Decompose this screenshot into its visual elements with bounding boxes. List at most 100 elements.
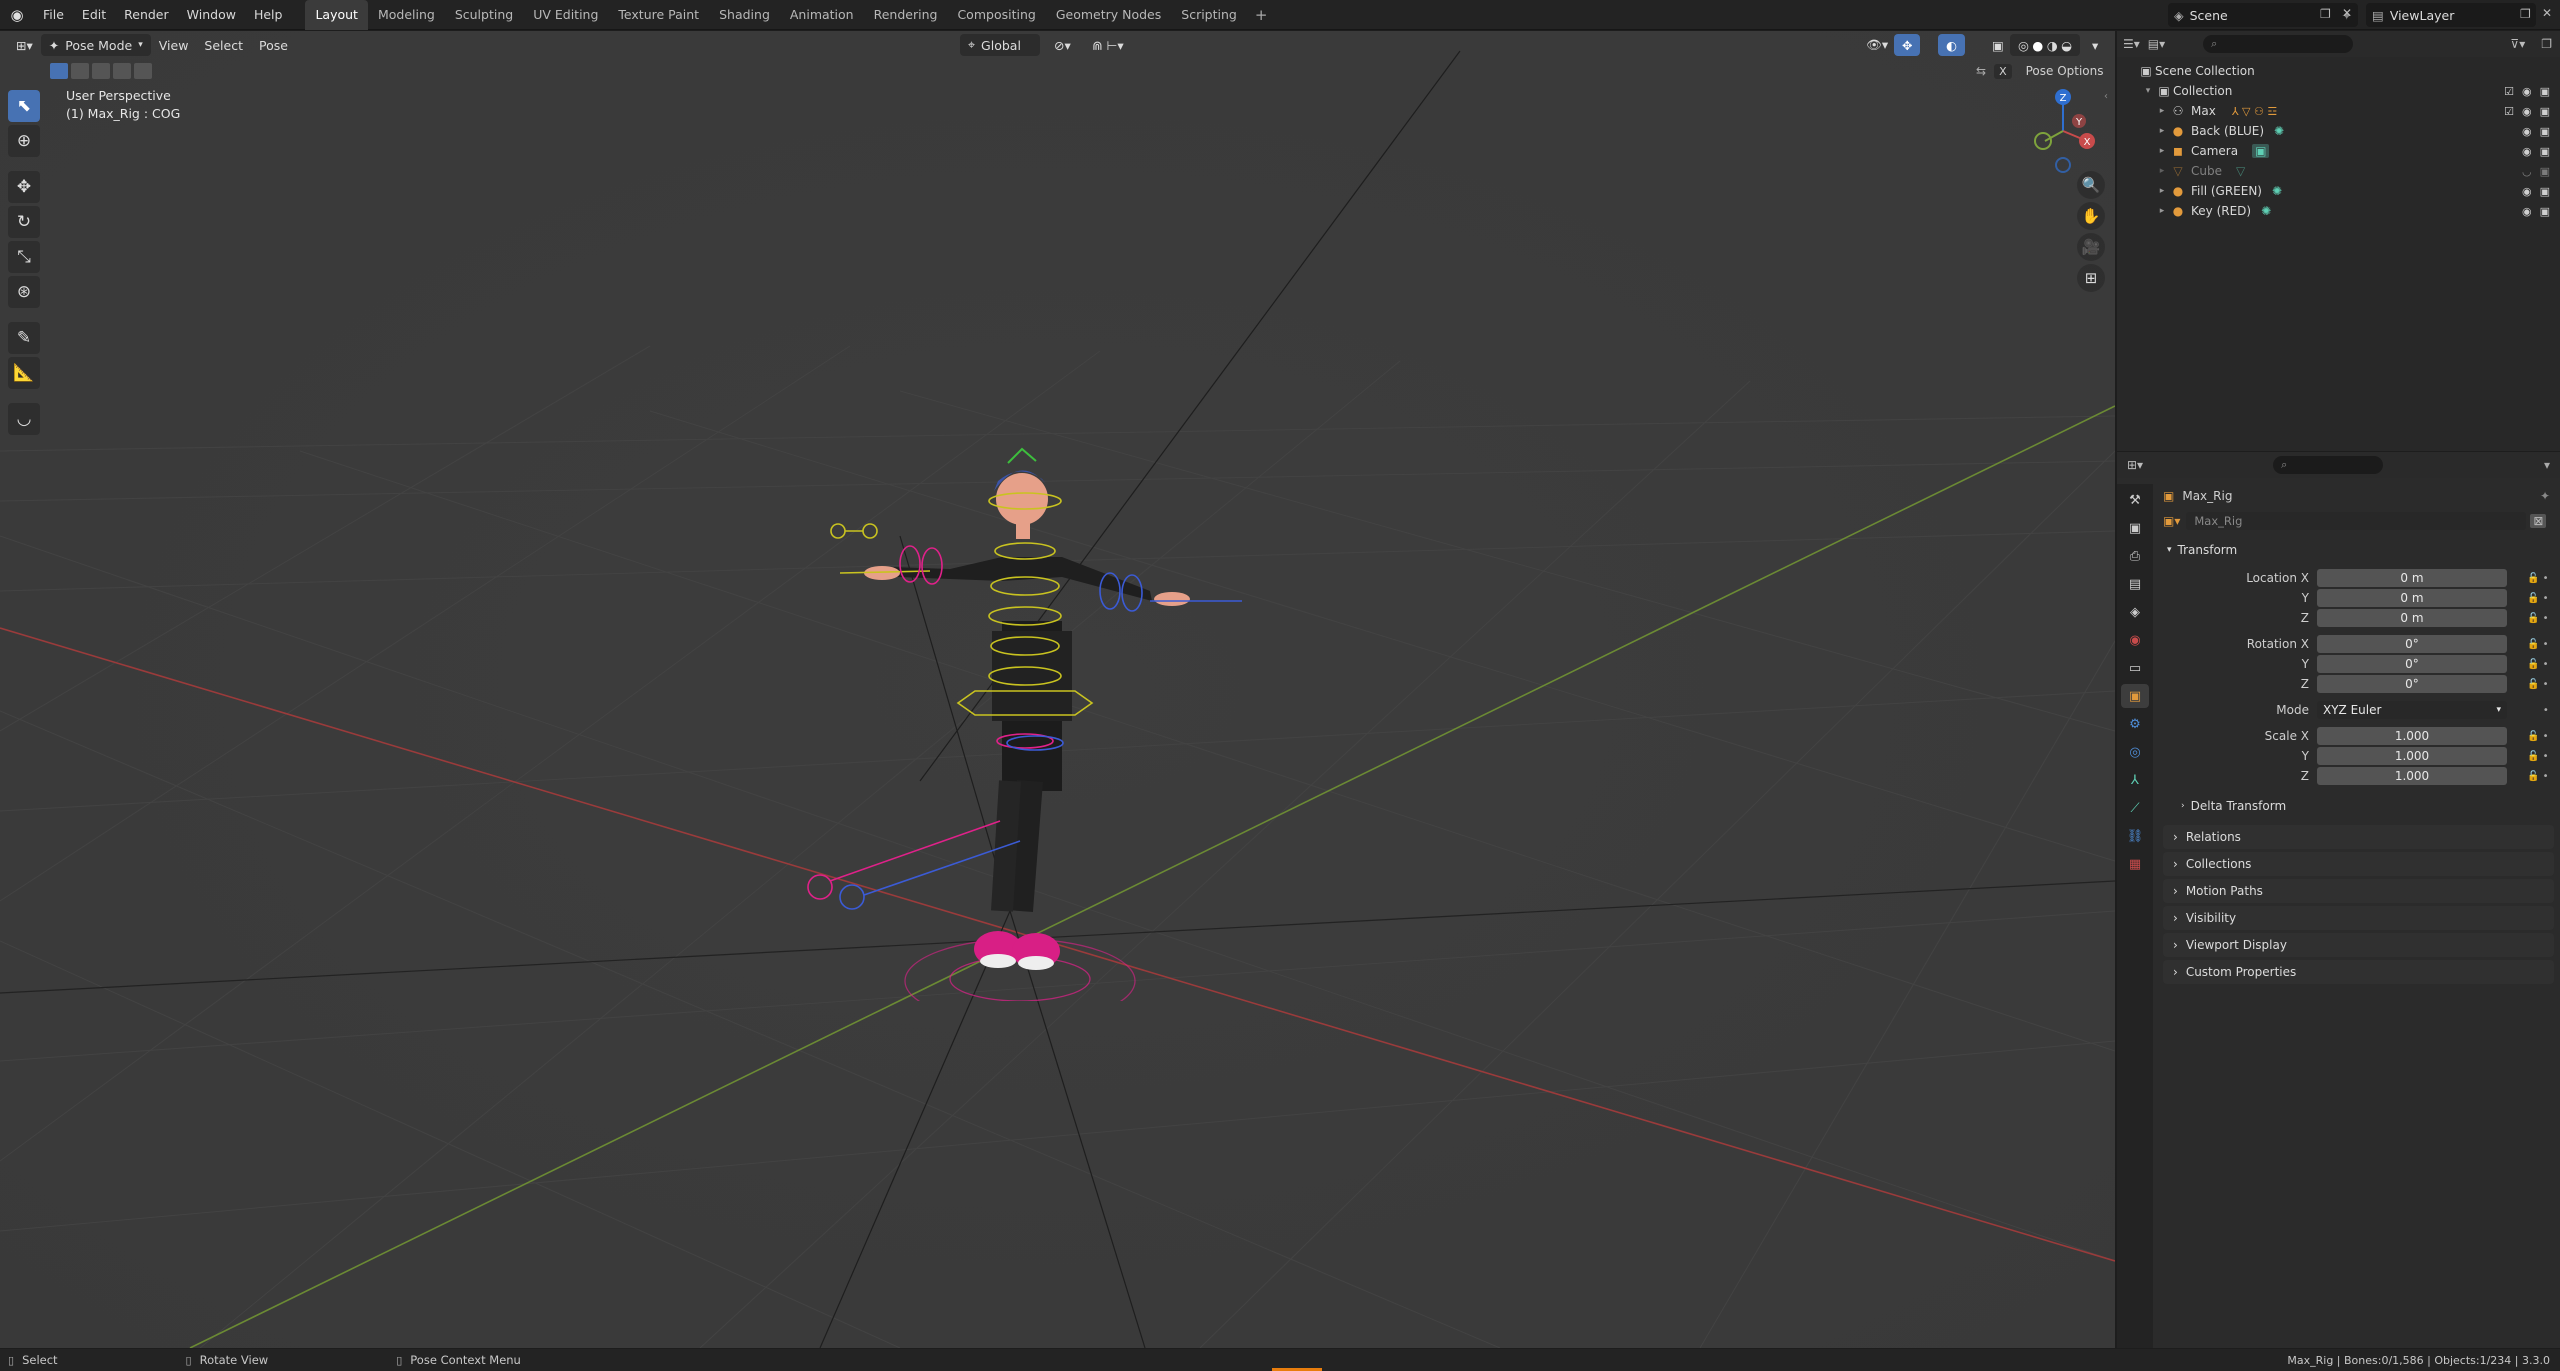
zoom-icon[interactable]: 🔍 [2077,171,2105,199]
blender-logo-icon[interactable]: ◉ [0,0,34,30]
outliner-row-scene-collection[interactable]: ▣ Scene Collection [2117,61,2560,81]
tool-tab-icon[interactable]: ⚒ [2121,488,2149,512]
location-x-field[interactable]: 0 m [2317,569,2507,587]
rotation-y-field[interactable]: 0° [2317,655,2507,673]
pivot-icon[interactable]: ⊘▾ [1046,34,1079,56]
gizmo-toggle-icon[interactable]: ✥ [1894,34,1921,56]
add-workspace-icon[interactable]: + [1247,6,1276,24]
menu-render[interactable]: Render [115,0,178,30]
camera-render-icon[interactable]: ▣ [2540,185,2550,198]
measure-tool-icon[interactable]: 📐 [8,357,40,389]
lock-icon[interactable]: 🔓 • [2527,613,2549,624]
snap-icon[interactable]: ⋒ ⊢▾ [1084,34,1132,56]
tab-layout[interactable]: Layout [305,0,368,30]
lock-icon[interactable]: 🔓 • [2527,771,2549,782]
viewport-display-panel-header[interactable]: › Viewport Display [2163,933,2554,957]
menu-window[interactable]: Window [178,0,245,30]
motion-paths-panel-header[interactable]: › Motion Paths [2163,879,2554,903]
select-box-tool-icon[interactable]: ⬉ [8,90,40,122]
pose-menu[interactable]: Pose [251,34,296,56]
menu-file[interactable]: File [34,0,73,30]
pan-hand-icon[interactable]: ✋ [2077,202,2105,230]
camera-render-icon[interactable]: ▣ [2540,205,2550,218]
outliner-row-collection[interactable]: ▾ ▣ Collection ☑ ◉ ▣ [2117,81,2560,101]
outliner-row-fill-green[interactable]: ▸ ● Fill (GREEN) ✺ ◉ ▣ [2117,181,2560,201]
editor-type-icon[interactable]: ⊞▾ [2127,458,2143,472]
scene-tab-icon[interactable]: ◈ [2121,600,2149,624]
collection-tab-icon[interactable]: ▭ [2121,656,2149,680]
eye-icon[interactable]: ◉ [2522,185,2532,198]
location-y-field[interactable]: 0 m [2317,589,2507,607]
cursor-tool-icon[interactable]: ⊕ [8,125,40,157]
keyframe-dot-icon[interactable]: • [2527,705,2549,716]
eye-icon[interactable]: ◉ [2522,145,2532,158]
outliner-row-camera[interactable]: ▸ ◼ Camera ▣ ◉ ▣ [2117,141,2560,161]
view-layer-selector[interactable]: ▤ ViewLayer [2366,3,2536,27]
xray-icon[interactable]: ▣ [1984,34,2012,56]
checkbox-icon[interactable]: ☑ [2504,85,2514,98]
custom-properties-panel-header[interactable]: › Custom Properties [2163,960,2554,984]
mirror-x-button[interactable]: X [1994,63,2012,79]
checkbox-icon[interactable]: ☑ [2504,105,2514,118]
data-block-field[interactable]: Max_Rig [2186,512,2527,530]
expand-icon[interactable]: ▸ [2155,106,2169,116]
delete-scene-icon[interactable]: ✕ [2342,6,2352,20]
menu-help[interactable]: Help [245,0,292,30]
pose-options-menu[interactable]: Pose Options [2020,62,2110,80]
camera-render-icon[interactable]: ▣ [2540,125,2550,138]
outliner-search-input[interactable]: ⌕ [2203,35,2354,53]
sidebar-toggle-icon[interactable]: ‹ [2104,91,2108,102]
tab-modeling[interactable]: Modeling [368,0,445,30]
delta-transform-header[interactable]: › Delta Transform [2157,794,2560,818]
camera-render-icon[interactable]: ▣ [2540,85,2550,98]
navigation-gizmo[interactable]: Z X Y [2025,83,2105,173]
eye-closed-icon[interactable]: ◡ [2522,165,2532,178]
lock-icon[interactable]: 🔓 • [2527,593,2549,604]
eye-icon[interactable]: ◉ [2522,105,2532,118]
eye-icon[interactable]: ◉ [2522,125,2532,138]
modifier-tab-icon[interactable]: ⚙ [2121,712,2149,736]
tab-texture-paint[interactable]: Texture Paint [608,0,709,30]
collections-panel-header[interactable]: › Collections [2163,852,2554,876]
tab-compositing[interactable]: Compositing [947,0,1045,30]
new-view-layer-icon[interactable]: ❐ [2520,7,2531,21]
rotate-tool-icon[interactable]: ↻ [8,206,40,238]
select-new-icon[interactable] [50,63,68,79]
outliner-row-max[interactable]: ▸ ⚇ Max ⅄ ▽ ⚇ ☲ ☑ ◉ ▣ [2117,101,2560,121]
expand-icon[interactable]: ▸ [2155,126,2169,136]
delete-view-layer-icon[interactable]: ✕ [2542,6,2552,20]
bone-constraint-tab-icon[interactable]: ⛓ [2121,824,2149,848]
tab-geometry-nodes[interactable]: Geometry Nodes [1046,0,1171,30]
solid-shading-icon[interactable]: ● [2032,38,2043,53]
object-tab-icon[interactable]: ▣ [2121,684,2149,708]
expand-icon[interactable]: ▸ [2155,166,2169,176]
select-subtract-icon[interactable] [92,63,110,79]
filter-icon[interactable]: ⊽▾ [2510,37,2525,51]
physics-tab-icon[interactable]: ◎ [2121,740,2149,764]
perspective-toggle-icon[interactable]: ⊞ [2077,264,2105,292]
tab-shading[interactable]: Shading [709,0,780,30]
tab-animation[interactable]: Animation [780,0,864,30]
view-menu[interactable]: View [151,34,197,56]
overlay-toggle-icon[interactable]: ◐ [1938,34,1965,56]
select-invert-icon[interactable] [113,63,131,79]
eye-icon[interactable]: ◉ [2522,85,2532,98]
move-tool-icon[interactable]: ✥ [8,171,40,203]
new-scene-icon[interactable]: ❐ [2320,7,2331,21]
world-tab-icon[interactable]: ◉ [2121,628,2149,652]
camera-render-icon[interactable]: ▣ [2540,165,2550,178]
armature-data-tab-icon[interactable]: ⅄ [2121,768,2149,792]
shading-buttons[interactable]: ◎ ● ◑ ◒ [2010,34,2080,56]
mode-selector[interactable]: ✦ Pose Mode ▾ [40,34,151,56]
lock-icon[interactable]: 🔓 • [2527,639,2549,650]
expand-icon[interactable]: ▸ [2155,206,2169,216]
outliner-row-back-blue[interactable]: ▸ ● Back (BLUE) ✺ ◉ ▣ [2117,121,2560,141]
tab-sculpting[interactable]: Sculpting [445,0,523,30]
eye-icon[interactable]: ◉ [2522,205,2532,218]
lock-icon[interactable]: 🔓 • [2527,731,2549,742]
texture-tab-icon[interactable]: ▦ [2121,852,2149,876]
output-tab-icon[interactable]: ⎙ [2121,544,2149,568]
scale-tool-icon[interactable]: ⤡ [8,241,40,273]
expand-icon[interactable]: ▸ [2155,186,2169,196]
material-shading-icon[interactable]: ◑ [2047,38,2058,53]
